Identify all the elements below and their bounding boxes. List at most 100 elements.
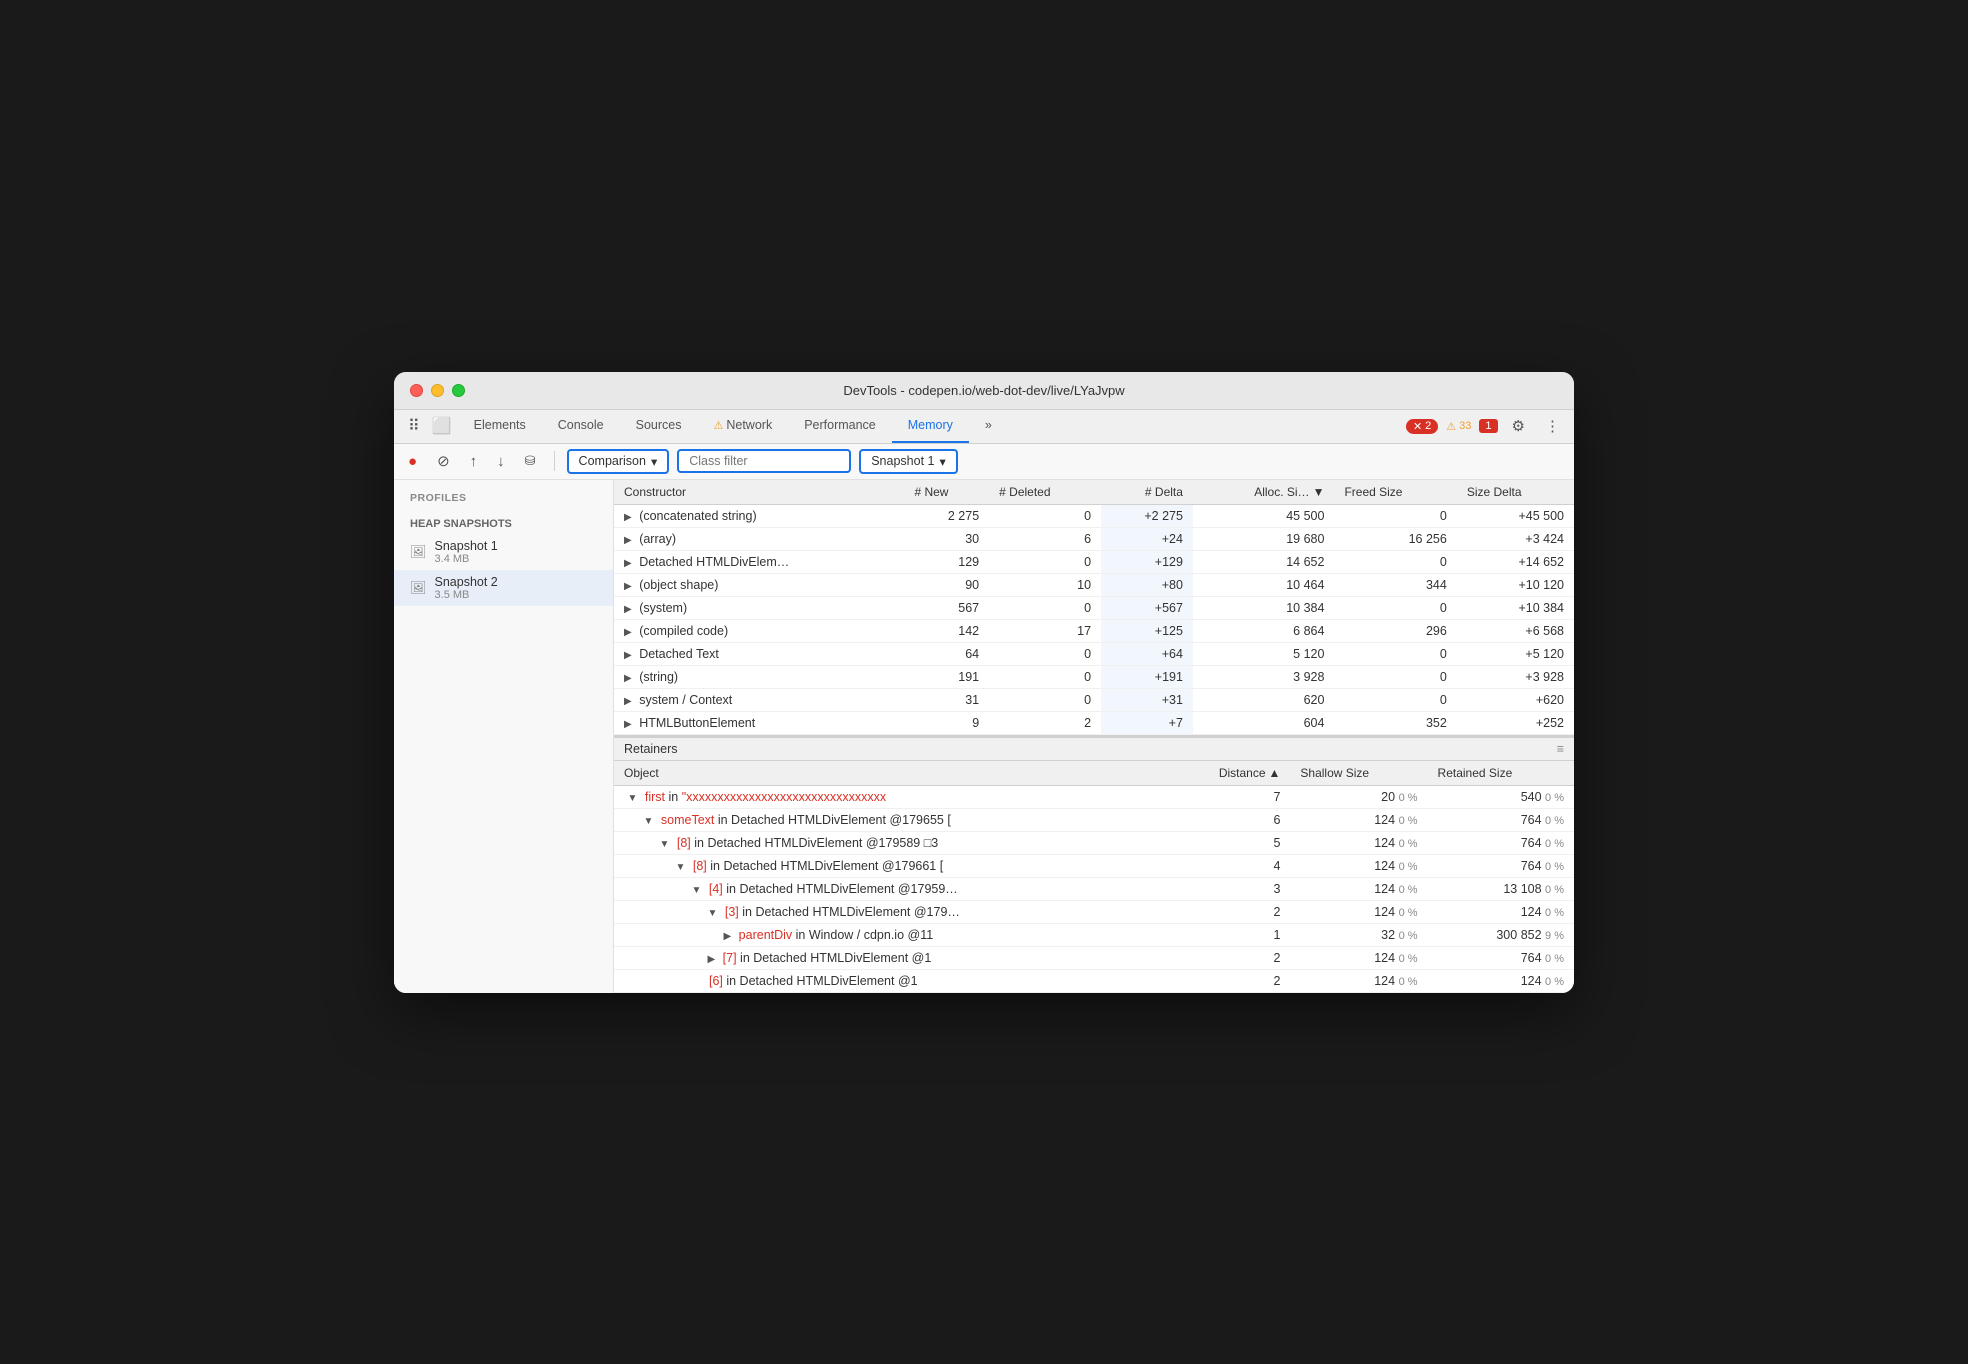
retainer-shallow-cell: 124 0 %: [1290, 946, 1427, 969]
table-row[interactable]: ▶ (concatenated string) 2 275 0 +2 275 4…: [614, 504, 1574, 527]
retainer-retained-cell: 764 0 %: [1428, 854, 1574, 877]
flag-count-badge[interactable]: 1: [1479, 419, 1497, 433]
retainer-context: in Detached HTMLDivElement @179655 [: [714, 813, 950, 827]
retainer-key: [3]: [725, 905, 739, 919]
table-row[interactable]: ▶ (compiled code) 142 17 +125 6 864 296 …: [614, 619, 1574, 642]
window-title: DevTools - codepen.io/web-dot-dev/live/L…: [843, 383, 1124, 398]
delta-cell: +125: [1101, 619, 1193, 642]
record-button[interactable]: ●: [402, 449, 423, 474]
retainer-retained-cell: 300 852 9 %: [1428, 923, 1574, 946]
tab-sources[interactable]: Sources: [620, 410, 698, 443]
table-row[interactable]: ▶ (object shape) 90 10 +80 10 464 344 +1…: [614, 573, 1574, 596]
constructor-cell: ▶ Detached Text: [614, 642, 904, 665]
warning-count-badge[interactable]: ⚠ 33: [1446, 420, 1471, 433]
tab-memory[interactable]: Memory: [892, 410, 969, 443]
table-row[interactable]: ▶ Detached Text 64 0 +64 5 120 0 +5 120: [614, 642, 1574, 665]
sidebar-item-snapshot1[interactable]: 🖼 Snapshot 1 3.4 MB: [394, 534, 613, 570]
list-item[interactable]: ▼ [4] in Detached HTMLDivElement @17959……: [614, 877, 1574, 900]
retainer-key: parentDiv: [739, 928, 793, 942]
collect-garbage-button[interactable]: ⛁: [519, 449, 542, 473]
expand-arrow-icon[interactable]: ▶: [624, 512, 632, 523]
minimize-button[interactable]: [431, 384, 444, 397]
retainer-expand-icon[interactable]: ▼: [643, 816, 653, 827]
sidebar: Profiles HEAP SNAPSHOTS 🖼 Snapshot 1 3.4…: [394, 480, 614, 993]
retainer-shallow-cell: 124 0 %: [1290, 877, 1427, 900]
clear-button[interactable]: ⊘: [431, 448, 456, 474]
constructor-table: Constructor # New # Deleted # Delta: [614, 480, 1574, 735]
upload-button[interactable]: ↑: [464, 449, 484, 474]
cursor-tool[interactable]: ⠿: [402, 412, 426, 440]
retainers-divider: Retainers ≡: [614, 737, 1574, 761]
delta-cell: +80: [1101, 573, 1193, 596]
expand-arrow-icon[interactable]: ▶: [624, 627, 632, 638]
tab-more[interactable]: »: [969, 410, 1008, 443]
retainer-expand-icon[interactable]: ▶: [707, 954, 715, 965]
maximize-button[interactable]: [452, 384, 465, 397]
retainer-expand-icon[interactable]: ▶: [723, 931, 731, 942]
table-row[interactable]: ▶ HTMLButtonElement 9 2 +7 604 352 +252: [614, 711, 1574, 734]
retainer-object-cell: ▶ [7] in Detached HTMLDivElement @1: [614, 946, 1164, 969]
comparison-dropdown[interactable]: Comparison ▾: [569, 451, 668, 472]
retainer-expand-icon[interactable]: ▼: [691, 885, 701, 896]
list-item[interactable]: ▶ [7] in Detached HTMLDivElement @1 2 12…: [614, 946, 1574, 969]
expand-arrow-icon[interactable]: ▶: [624, 558, 632, 569]
expand-arrow-icon[interactable]: ▶: [624, 535, 632, 546]
retainer-expand-icon[interactable]: ▼: [707, 908, 717, 919]
constructor-cell: ▶ HTMLButtonElement: [614, 711, 904, 734]
retainer-object-cell: ▼ first in "xxxxxxxxxxxxxxxxxxxxxxxxxxxx…: [614, 785, 1164, 808]
more-options-button[interactable]: ⋮: [1539, 413, 1566, 439]
snapshot-dropdown[interactable]: Snapshot 1 ▾: [861, 451, 956, 472]
deleted-cell: 0: [989, 596, 1101, 619]
col-delta[interactable]: # Delta: [1101, 480, 1193, 505]
table-row[interactable]: ▶ system / Context 31 0 +31 620 0 +620: [614, 688, 1574, 711]
retainer-expand-icon[interactable]: ▼: [627, 793, 637, 804]
tab-elements[interactable]: Elements: [458, 410, 542, 443]
table-row[interactable]: ▶ (string) 191 0 +191 3 928 0 +3 928: [614, 665, 1574, 688]
retainer-expand-icon[interactable]: ▼: [659, 839, 669, 850]
sidebar-item-snapshot2[interactable]: 🖼 Snapshot 2 3.5 MB: [394, 570, 613, 606]
retainer-key: [7]: [723, 951, 737, 965]
alloc-cell: 19 680: [1193, 527, 1335, 550]
constructor-name: HTMLButtonElement: [639, 716, 755, 730]
heap-snapshots-group-title: HEAP SNAPSHOTS: [394, 510, 613, 534]
table-row[interactable]: ▶ Detached HTMLDivElem… 129 0 +129 14 65…: [614, 550, 1574, 573]
list-item[interactable]: ▼ [8] in Detached HTMLDivElement @179589…: [614, 831, 1574, 854]
class-filter-input[interactable]: [679, 451, 849, 471]
comparison-dropdown-wrapper: Comparison ▾: [567, 449, 670, 474]
expand-arrow-icon[interactable]: ▶: [624, 696, 632, 707]
expand-arrow-icon[interactable]: ▶: [624, 650, 632, 661]
list-item[interactable]: ▼ first in "xxxxxxxxxxxxxxxxxxxxxxxxxxxx…: [614, 785, 1574, 808]
inspect-element[interactable]: ⬜: [426, 412, 458, 440]
list-item[interactable]: ▼ [8] in Detached HTMLDivElement @179661…: [614, 854, 1574, 877]
close-button[interactable]: [410, 384, 423, 397]
col-new: # New: [904, 480, 989, 505]
retainer-context: in: [665, 790, 682, 804]
error-count-badge[interactable]: ✕ 2: [1406, 419, 1438, 434]
download-button[interactable]: ↓: [491, 449, 511, 474]
table-row[interactable]: ▶ (system) 567 0 +567 10 384 0 +10 384: [614, 596, 1574, 619]
constructor-name: Detached HTMLDivElem…: [639, 555, 789, 569]
expand-arrow-icon[interactable]: ▶: [624, 581, 632, 592]
retainer-distance-cell: 7: [1164, 785, 1290, 808]
tab-console[interactable]: Console: [542, 410, 620, 443]
expand-arrow-icon[interactable]: ▶: [624, 604, 632, 615]
list-item[interactable]: [6] in Detached HTMLDivElement @1 2 124 …: [614, 969, 1574, 992]
list-item[interactable]: ▼ someText in Detached HTMLDivElement @1…: [614, 808, 1574, 831]
retainer-shallow-cell: 124 0 %: [1290, 808, 1427, 831]
col-alloc-size[interactable]: Alloc. Si… ▼: [1193, 480, 1335, 505]
alloc-cell: 3 928: [1193, 665, 1335, 688]
tab-performance[interactable]: Performance: [788, 410, 892, 443]
list-item[interactable]: ▶ parentDiv in Window / cdpn.io @11 1 32…: [614, 923, 1574, 946]
tab-network[interactable]: ⚠ Network: [697, 410, 788, 443]
settings-button[interactable]: ⚙: [1506, 413, 1531, 439]
retainer-expand-icon[interactable]: ▼: [675, 862, 685, 873]
table-row[interactable]: ▶ (array) 30 6 +24 19 680 16 256 +3 424: [614, 527, 1574, 550]
ret-col-distance[interactable]: Distance ▲: [1164, 761, 1290, 786]
list-item[interactable]: ▼ [3] in Detached HTMLDivElement @179… 2…: [614, 900, 1574, 923]
snapshot2-info: Snapshot 2 3.5 MB: [435, 575, 498, 601]
expand-arrow-icon[interactable]: ▶: [624, 673, 632, 684]
upper-table-scroll[interactable]: Constructor # New # Deleted # Delta: [614, 480, 1574, 737]
expand-arrow-icon[interactable]: ▶: [624, 719, 632, 730]
retainers-menu-icon[interactable]: ≡: [1557, 742, 1564, 756]
retainers-table-scroll[interactable]: Object Distance ▲ Shallow Size Retained …: [614, 761, 1574, 993]
